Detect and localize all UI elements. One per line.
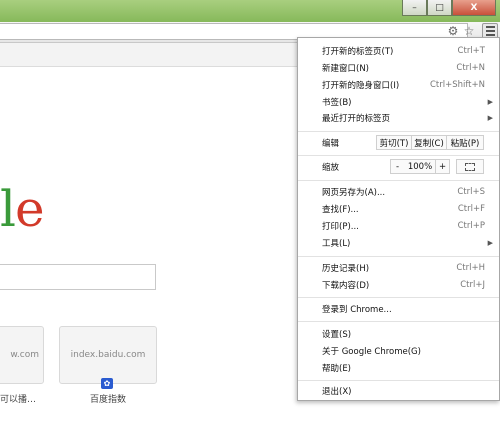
menu-separator [298,256,499,257]
tile-url: w.com [10,350,39,360]
extension-icon[interactable]: ⚙ [446,24,460,38]
fullscreen-button[interactable] [456,159,484,174]
menu-item-settings[interactable]: 设置(S) [298,326,499,342]
menu-item-incognito[interactable]: 打开新的隐身窗口(I) Ctrl+Shift+N [298,77,499,93]
menu-item-new-tab[interactable]: 打开新的标签页(T) Ctrl+T [298,43,499,59]
menu-item-tools[interactable]: 工具(L) ▶ [298,235,499,251]
most-visited-tile[interactable]: index.baidu.com [59,326,157,384]
menu-item-print[interactable]: 打印(P)... Ctrl+P [298,218,499,234]
chevron-right-icon: ▶ [487,114,493,122]
menu-item-find[interactable]: 查找(F)... Ctrl+F [298,201,499,217]
menu-separator [298,180,499,181]
menu-item-about[interactable]: 关于 Google Chrome(G) [298,343,499,359]
menu-separator [298,131,499,132]
zoom-in-button[interactable]: + [435,159,450,174]
tile-caption: 可以播… [0,395,37,405]
zoom-out-button[interactable]: - [390,159,405,174]
maximize-icon[interactable]: □ [427,0,452,16]
star-icon[interactable]: ☆ [462,24,476,38]
search-input[interactable] [0,264,156,290]
menu-separator [298,380,499,381]
window-controls: – □ X [402,0,496,17]
menu-separator [298,321,499,322]
chevron-right-icon: ▶ [487,239,493,247]
tile-url: index.baidu.com [70,350,146,360]
fullscreen-icon [465,162,475,171]
minimize-icon[interactable]: – [402,0,427,16]
menu-item-sign-in[interactable]: 登录到 Chrome... [298,301,499,317]
most-visited-tile[interactable]: w.com [0,326,44,384]
copy-button[interactable]: 复制(C) [411,135,447,150]
menu-separator [298,155,499,156]
tile-caption: 百度指数 [90,395,127,405]
menu-item-recent-tabs[interactable]: 最近打开的标签页 ▶ [298,110,499,126]
chrome-menu: 打开新的标签页(T) Ctrl+T 新建窗口(N) Ctrl+N 打开新的隐身窗… [297,37,500,401]
chevron-right-icon: ▶ [487,98,493,106]
zoom-level: 100% [404,159,436,174]
menu-item-history[interactable]: 历史记录(H) Ctrl+H [298,260,499,276]
google-logo-partial: le [0,180,45,238]
close-icon[interactable]: X [452,0,496,16]
paste-button[interactable]: 粘贴(P) [446,135,484,150]
menu-item-new-window[interactable]: 新建窗口(N) Ctrl+N [298,60,499,76]
menu-separator [298,297,499,298]
menu-item-save-page[interactable]: 网页另存为(A)... Ctrl+S [298,184,499,200]
menu-item-exit[interactable]: 退出(X) [298,383,499,399]
title-bar: – □ X [0,0,500,22]
baidu-paw-icon: ✿ [101,378,113,389]
menu-item-bookmarks[interactable]: 书签(B) ▶ [298,94,499,110]
menu-item-downloads[interactable]: 下载内容(D) Ctrl+J [298,277,499,293]
menu-item-help[interactable]: 帮助(E) [298,360,499,376]
cut-button[interactable]: 剪切(T) [376,135,412,150]
